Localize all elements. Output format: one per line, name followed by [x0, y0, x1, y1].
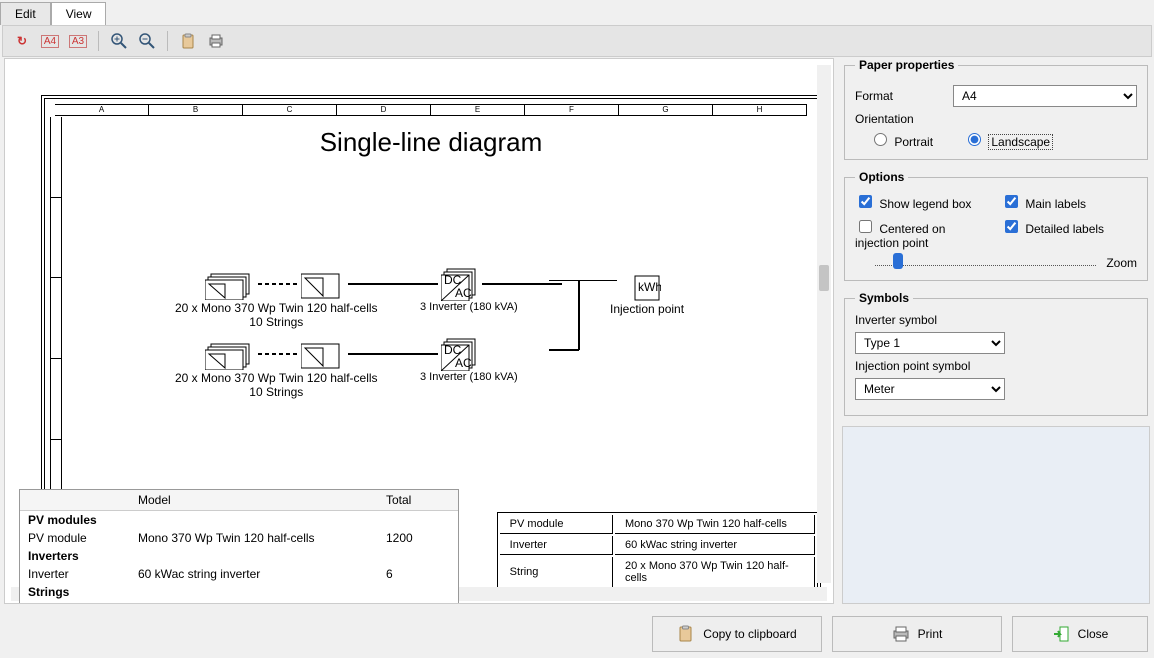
dashed-line — [258, 351, 298, 357]
close-icon — [1052, 625, 1070, 643]
legend-box[interactable]: ModelTotal PV modulesPV moduleMono 370 W… — [19, 489, 459, 604]
toolbar-divider — [167, 31, 168, 51]
injection-symbol-label: Injection point symbol — [855, 359, 970, 373]
tab-view[interactable]: View — [51, 2, 107, 25]
svg-text:DC: DC — [444, 343, 462, 357]
format-select[interactable]: A4 — [953, 85, 1137, 107]
legend-header: ModelTotal — [20, 490, 458, 511]
options-title: Options — [855, 170, 908, 184]
clipboard-icon — [677, 625, 695, 643]
landscape-radio[interactable]: Landscape — [963, 130, 1053, 149]
format-label: Format — [855, 89, 945, 103]
a3-button[interactable]: A3 — [67, 30, 89, 52]
zoom-out-icon[interactable] — [136, 30, 158, 52]
svg-text:kWh: kWh — [638, 280, 661, 294]
svg-text:AC: AC — [455, 356, 472, 370]
inverter-symbol-select[interactable]: Type 1 — [855, 332, 1005, 354]
vertical-scrollbar[interactable] — [817, 65, 831, 583]
inverter-label-2: 3 Inverter (180 kVA) — [420, 371, 518, 383]
preview-area — [842, 426, 1150, 604]
clipboard-icon[interactable] — [177, 30, 199, 52]
module-icon — [205, 338, 255, 370]
reload-icon[interactable]: ↻ — [11, 30, 33, 52]
solid-line — [348, 281, 438, 287]
module-icon — [301, 338, 345, 370]
canvas-area: ABCDEFGH Single-line diagram DCAC 20 x M… — [4, 58, 834, 604]
module-label-2: 20 x Mono 370 Wp Twin 120 half-cells 10 … — [175, 371, 378, 399]
page-title: Single-line diagram — [45, 127, 817, 158]
copy-to-clipboard-button[interactable]: Copy to clipboard — [652, 616, 822, 652]
module-label-1: 20 x Mono 370 Wp Twin 120 half-cells 10 … — [175, 301, 378, 329]
symbols-title: Symbols — [855, 291, 913, 305]
dashed-line — [258, 281, 298, 287]
printer-icon — [892, 625, 910, 643]
print-button[interactable]: Print — [832, 616, 1002, 652]
detailed-labels-checkbox[interactable]: Detailed labels — [1001, 217, 1137, 250]
inverter-label-1: 3 Inverter (180 kVA) — [420, 301, 518, 313]
inverter-icon: DCAC — [441, 337, 479, 371]
centered-checkbox[interactable]: Centered on injection point — [855, 217, 991, 250]
meter-icon: kWh — [633, 274, 661, 302]
tab-edit[interactable]: Edit — [0, 2, 51, 25]
options-group: Options Show legend box Main labels Cent… — [844, 170, 1148, 281]
injection-point: kWh Injection point — [610, 274, 684, 316]
a4-button[interactable]: A4 — [39, 30, 61, 52]
inverter-symbol-label: Inverter symbol — [855, 313, 937, 327]
diagram-row-2: DCAC — [205, 337, 479, 371]
zoom-slider[interactable] — [875, 260, 1096, 266]
print-icon[interactable] — [205, 30, 227, 52]
ruler-top: ABCDEFGH — [55, 104, 807, 116]
injection-symbol-select[interactable]: Meter — [855, 378, 1005, 400]
diagram-row-1: DCAC — [205, 267, 562, 301]
close-button[interactable]: Close — [1012, 616, 1148, 652]
side-panel: Paper properties Format A4 Orientation P… — [842, 58, 1150, 604]
footer-table: PV moduleMono 370 Wp Twin 120 half-cells… — [497, 512, 817, 597]
orientation-label: Orientation — [855, 112, 914, 126]
paper-properties-group: Paper properties Format A4 Orientation P… — [844, 58, 1148, 160]
svg-text:AC: AC — [455, 286, 472, 300]
main-labels-checkbox[interactable]: Main labels — [1001, 192, 1137, 211]
toolbar: ↻ A4 A3 — [2, 25, 1152, 57]
inverter-icon: DCAC — [441, 267, 479, 301]
module-icon — [205, 268, 255, 300]
paper-properties-title: Paper properties — [855, 58, 958, 72]
portrait-radio[interactable]: Portrait — [869, 130, 933, 149]
zoom-label: Zoom — [1106, 256, 1137, 270]
solid-line — [348, 351, 438, 357]
svg-text:DC: DC — [444, 273, 462, 287]
symbols-group: Symbols Inverter symbol Type 1 Injection… — [844, 291, 1148, 416]
tab-bar: Edit View — [0, 0, 1154, 25]
toolbar-divider — [98, 31, 99, 51]
bottom-buttons: Copy to clipboard Print Close — [652, 616, 1148, 652]
show-legend-checkbox[interactable]: Show legend box — [855, 192, 991, 211]
zoom-in-icon[interactable] — [108, 30, 130, 52]
module-icon — [301, 268, 345, 300]
